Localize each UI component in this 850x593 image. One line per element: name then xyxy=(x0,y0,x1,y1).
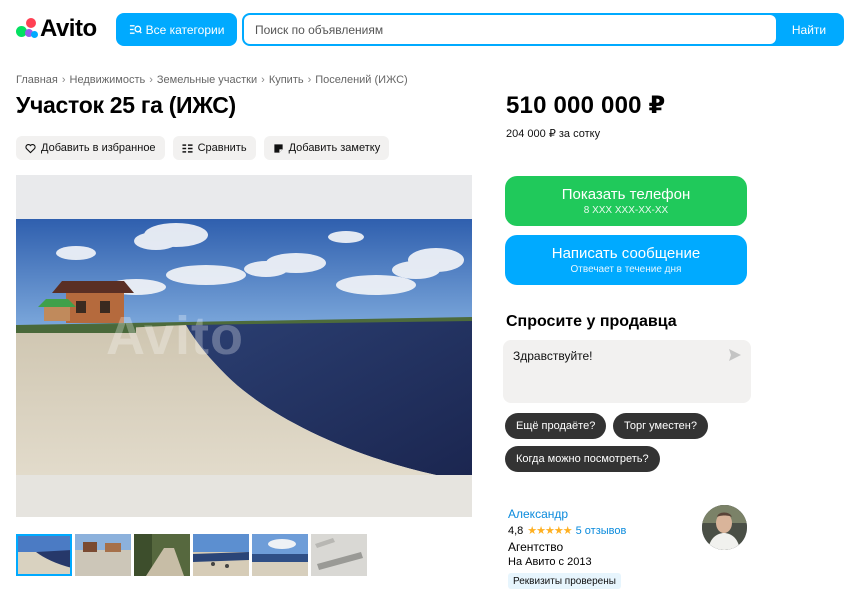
reviews-link[interactable]: 5 отзывов xyxy=(576,525,627,537)
main-photo[interactable]: Avito xyxy=(16,175,472,517)
compare-label: Сравнить xyxy=(197,142,247,154)
seller-name[interactable]: Александр xyxy=(508,507,568,521)
page-title: Участок 25 га (ИЖС) xyxy=(16,92,236,118)
breadcrumb-item-izhs[interactable]: Поселений (ИЖС) xyxy=(315,74,407,86)
thumbnail-3[interactable] xyxy=(134,534,190,576)
logo-text: Avito xyxy=(40,15,97,42)
chip-still-selling[interactable]: Ещё продаёте? xyxy=(505,413,607,439)
thumbnail-2[interactable] xyxy=(75,534,131,576)
compare-button[interactable]: Сравнить xyxy=(172,136,256,160)
response-time: Отвечает в течение дня xyxy=(570,264,682,275)
breadcrumb-item-buy[interactable]: Купить xyxy=(269,74,304,86)
rating-value: 4,8 xyxy=(508,524,524,537)
price-per-sotka: 204 000 ₽ за сотку xyxy=(506,128,601,140)
show-phone-label: Показать телефон xyxy=(561,186,691,203)
send-icon[interactable] xyxy=(728,348,742,362)
breadcrumb: Главная › Недвижимость › Земельные участки… xyxy=(16,74,408,86)
breadcrumb-separator: › xyxy=(149,74,153,86)
verified-badge: Реквизиты проверены xyxy=(508,573,621,589)
seller-since: На Авито с 2013 xyxy=(508,556,592,568)
all-categories-button[interactable]: Все категории xyxy=(116,13,237,46)
ask-seller-input[interactable]: Здравствуйте! xyxy=(503,340,723,400)
ask-seller-title: Спросите у продавца xyxy=(506,313,677,330)
avatar[interactable] xyxy=(702,505,747,550)
breadcrumb-separator: › xyxy=(307,74,312,86)
write-message-button[interactable]: Написать сообщение Отвечает в течение дн… xyxy=(505,235,747,285)
avito-logo[interactable]: Avito xyxy=(16,14,97,44)
chip-bargain[interactable]: Торг уместен? xyxy=(613,413,708,439)
breadcrumb-item-realty[interactable]: Недвижимость xyxy=(70,74,146,86)
thumbnail-1[interactable] xyxy=(16,534,72,576)
price: 510 000 000 ₽ xyxy=(506,92,666,119)
lake-photo-image xyxy=(16,175,472,517)
write-message-label: Написать сообщение xyxy=(551,245,701,262)
photo-thumbnails xyxy=(16,534,367,576)
thumbnail-image xyxy=(134,534,190,576)
thumbnail-image xyxy=(252,534,308,576)
thumbnail-image xyxy=(16,534,72,576)
search-input[interactable] xyxy=(244,15,776,44)
search-bar: Найти xyxy=(242,13,844,46)
logo-dots-icon xyxy=(16,18,38,40)
header: Avito Все категории Найти xyxy=(0,0,850,60)
breadcrumb-item-home[interactable]: Главная xyxy=(16,74,58,86)
thumbnail-5[interactable] xyxy=(252,534,308,576)
thumbnail-4[interactable] xyxy=(193,534,249,576)
breadcrumb-separator: › xyxy=(261,74,265,86)
add-note-label: Добавить заметку xyxy=(288,142,381,154)
categories-search-icon xyxy=(129,25,142,34)
chip-when-view[interactable]: Когда можно посмотреть? xyxy=(505,446,660,472)
phone-mask: 8 XXX XXX-XX-XX xyxy=(583,205,669,216)
all-categories-label: Все категории xyxy=(145,22,225,37)
note-icon xyxy=(273,143,283,153)
thumbnail-image xyxy=(75,534,131,576)
show-phone-button[interactable]: Показать телефон 8 XXX XXX-XX-XX xyxy=(505,176,747,226)
breadcrumb-separator: › xyxy=(61,74,66,86)
photo-watermark: Avito xyxy=(106,306,244,366)
seller-type: Агентство xyxy=(508,540,564,554)
avatar-image xyxy=(702,505,747,550)
rating-stars-icon: ★★★★★ xyxy=(527,525,572,537)
add-note-button[interactable]: Добавить заметку xyxy=(263,136,390,160)
ask-seller-box: Здравствуйте! xyxy=(503,340,751,403)
seller-rating: 4,8 ★★★★★ 5 отзывов xyxy=(508,524,627,538)
thumbnail-6[interactable] xyxy=(311,534,367,576)
search-button[interactable]: Найти xyxy=(776,15,842,44)
add-to-favorites-button[interactable]: Добавить в избранное xyxy=(16,136,165,160)
breadcrumb-item-land[interactable]: Земельные участки xyxy=(157,74,257,86)
listing-actions: Добавить в избранное Сравнить Добавить з… xyxy=(16,136,390,160)
thumbnail-image xyxy=(193,534,249,576)
compare-icon xyxy=(182,143,193,153)
thumbnail-image xyxy=(311,534,367,576)
add-to-favorites-label: Добавить в избранное xyxy=(41,142,156,154)
heart-icon xyxy=(25,143,36,153)
